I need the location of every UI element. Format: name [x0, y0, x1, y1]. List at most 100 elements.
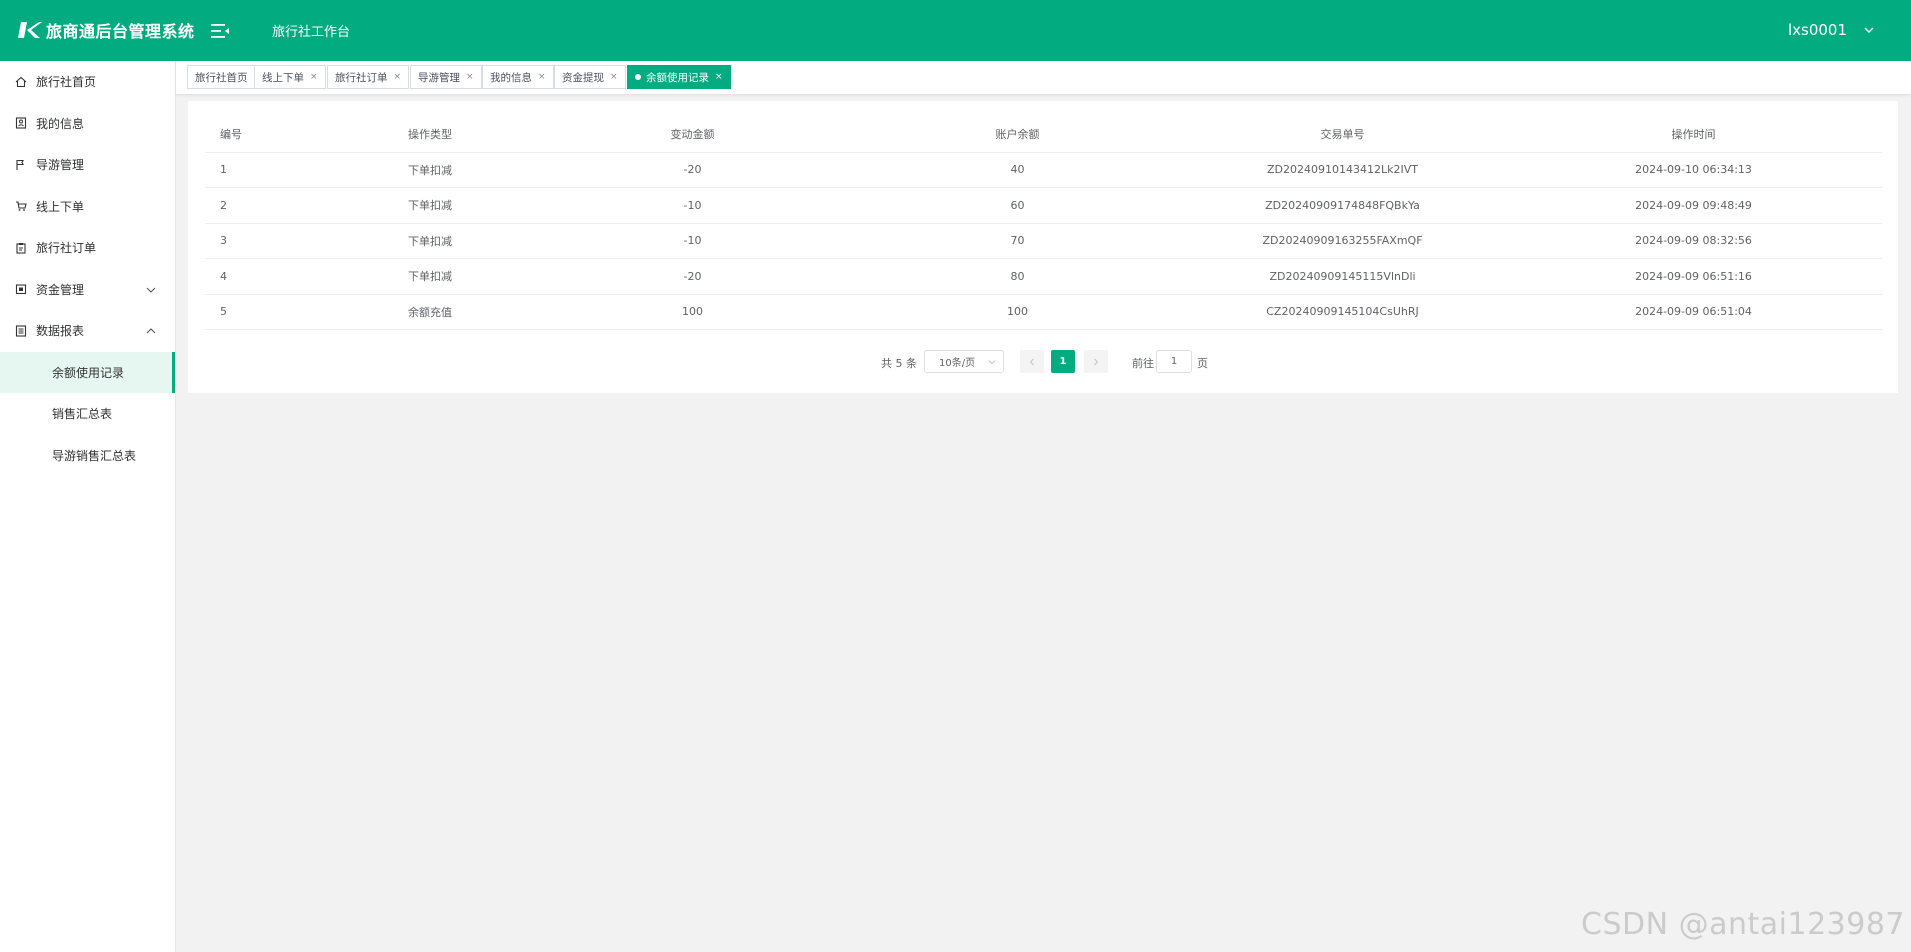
close-icon[interactable]: ×: [310, 72, 318, 82]
sidebar-item-my-info[interactable]: 我的信息: [0, 103, 175, 145]
column-header: 编号: [205, 116, 330, 153]
wallet-icon: [15, 284, 27, 295]
tab-label: 余额使用记录: [646, 71, 709, 84]
cell-id: 2: [205, 187, 330, 224]
sidebar: 旅行社首页 我的信息 导游管理 线上下单 旅行社订单 资金管理 数据报表 余额使…: [0, 61, 176, 952]
sidebar-subitem-sales-summary[interactable]: 销售汇总表: [0, 393, 175, 435]
cell-balance: 100: [855, 294, 1180, 330]
cell-change-amount: -20: [530, 258, 855, 295]
cell-balance: 70: [855, 223, 1180, 259]
sidebar-item-label: 我的信息: [36, 116, 85, 131]
chevron-right-icon: [1094, 358, 1099, 365]
cell-transaction-no: ZD20240909145115VlnDli: [1180, 258, 1505, 295]
cell-operation-type: 下单扣减: [330, 187, 530, 224]
tab-agency-orders[interactable]: 旅行社订单 ×: [327, 65, 410, 89]
app-title: 旅商通后台管理系统: [46, 22, 195, 41]
close-icon[interactable]: ×: [394, 72, 402, 82]
home-icon: [15, 76, 27, 87]
tab-balance-records[interactable]: 余额使用记录 ×: [627, 65, 731, 89]
sidebar-item-data-report[interactable]: 数据报表: [0, 310, 175, 352]
cell-change-amount: -10: [530, 223, 855, 259]
cell-operation-time: 2024-09-09 06:51:04: [1505, 294, 1882, 330]
sidebar-item-label: 线上下单: [36, 199, 85, 214]
active-dot-icon: [635, 74, 641, 80]
table-row: 4 下单扣减 -20 80 ZD20240909145115VlnDli 202…: [205, 258, 1882, 295]
cell-operation-time: 2024-09-09 06:51:16: [1505, 258, 1882, 295]
workbench-title: 旅行社工作台: [272, 25, 351, 40]
cell-id: 4: [205, 258, 330, 295]
close-icon[interactable]: ×: [466, 72, 474, 82]
cell-operation-type: 下单扣减: [330, 223, 530, 259]
tab-guide-management[interactable]: 导游管理 ×: [410, 65, 482, 89]
tab-label: 我的信息: [490, 71, 532, 84]
sidebar-item-fund-management[interactable]: 资金管理: [0, 269, 175, 311]
close-icon[interactable]: ×: [610, 72, 618, 82]
cell-transaction-no: ZD20240909163255FAXmQF: [1180, 223, 1505, 259]
cell-balance: 40: [855, 152, 1180, 188]
sidebar-subitem-balance-records[interactable]: 余额使用记录: [0, 351, 175, 393]
page-unit-label: 页: [1197, 357, 1208, 370]
page-number-current[interactable]: 1: [1051, 350, 1075, 373]
cell-id: 5: [205, 294, 330, 330]
logo-icon: [18, 22, 42, 38]
pagination-total: 共 5 条: [881, 357, 917, 370]
cell-id: 1: [205, 152, 330, 188]
cell-balance: 80: [855, 258, 1180, 295]
close-icon[interactable]: ×: [538, 72, 546, 82]
cart-icon: [16, 201, 27, 212]
report-icon: [15, 325, 27, 337]
flag-icon: [16, 159, 24, 170]
sidebar-item-label: 导游管理: [36, 158, 85, 173]
tab-label: 导游管理: [418, 71, 460, 84]
tab-label: 旅行社首页: [195, 71, 248, 84]
next-page-button[interactable]: [1084, 350, 1108, 373]
column-header: 交易单号: [1180, 116, 1505, 153]
cell-operation-time: 2024-09-09 08:32:56: [1505, 223, 1882, 259]
cell-change-amount: -20: [530, 152, 855, 188]
cell-transaction-no: ZD20240910143412Lk2IVT: [1180, 152, 1505, 188]
table-row: 1 下单扣减 -20 40 ZD20240910143412Lk2IVT 202…: [205, 152, 1882, 188]
cell-change-amount: 100: [530, 294, 855, 330]
sidebar-item-home[interactable]: 旅行社首页: [0, 61, 175, 103]
watermark: CSDN @antai123987: [1581, 907, 1905, 942]
tab-label: 线上下单: [262, 71, 304, 84]
menu-fold-icon[interactable]: [209, 20, 231, 42]
cell-balance: 60: [855, 187, 1180, 224]
sidebar-item-agency-orders[interactable]: 旅行社订单: [0, 227, 175, 269]
column-header: 操作时间: [1505, 116, 1882, 153]
pagination: 共 5 条 10条/页 1 前往 1 页: [188, 350, 1898, 374]
tab-label: 旅行社订单: [335, 71, 388, 84]
sidebar-item-label: 数据报表: [36, 324, 85, 339]
tab-agency-home[interactable]: 旅行社首页: [187, 65, 256, 89]
close-icon[interactable]: ×: [715, 72, 723, 82]
user-menu[interactable]: lxs0001: [1788, 21, 1875, 39]
table-row: 3 下单扣减 -10 70 ZD20240909163255FAXmQF 202…: [205, 223, 1882, 259]
cell-operation-time: 2024-09-10 06:34:13: [1505, 152, 1882, 188]
tab-online-order[interactable]: 线上下单 ×: [254, 65, 326, 89]
tab-my-info[interactable]: 我的信息 ×: [482, 65, 554, 89]
tags-view-bar: 旅行社首页 线上下单 × 旅行社订单 × 导游管理 × 我的信息 × 资金提现 …: [176, 61, 1911, 95]
table-row: 2 下单扣减 -10 60 ZD20240909174848FQBkYa 202…: [205, 187, 1882, 224]
sidebar-item-guide-management[interactable]: 导游管理: [0, 144, 175, 186]
cell-operation-type: 余额充值: [330, 294, 530, 330]
chevron-down-icon: [1864, 27, 1874, 33]
page-size-value: 10条/页: [939, 358, 976, 369]
goto-page-input[interactable]: 1: [1156, 350, 1192, 373]
sidebar-subitem-guide-sales-summary[interactable]: 导游销售汇总表: [0, 435, 175, 477]
username: lxs0001: [1787, 21, 1847, 39]
tab-fund-withdrawal[interactable]: 资金提现 ×: [554, 65, 626, 89]
content-card: 编号 操作类型 变动金额 账户余额 交易单号 操作时间 1 下单扣减 -20 4…: [188, 101, 1898, 393]
cell-transaction-no: ZD20240909174848FQBkYa: [1180, 187, 1505, 224]
cell-transaction-no: CZ20240909145104CsUhRJ: [1180, 294, 1505, 330]
clipboard-icon: [16, 242, 26, 254]
table-row: 5 余额充值 100 100 CZ20240909145104CsUhRJ 20…: [205, 294, 1882, 330]
column-header: 变动金额: [530, 116, 855, 153]
app-logo[interactable]: 旅商通后台管理系统: [18, 18, 195, 42]
column-header: 操作类型: [330, 116, 530, 153]
prev-page-button[interactable]: [1020, 350, 1044, 373]
sidebar-item-online-order[interactable]: 线上下单: [0, 186, 175, 228]
cell-change-amount: -10: [530, 187, 855, 224]
table-header-row: 编号 操作类型 变动金额 账户余额 交易单号 操作时间: [205, 116, 1882, 153]
chevron-left-icon: [1029, 358, 1034, 365]
page-size-select[interactable]: 10条/页: [924, 350, 1004, 373]
